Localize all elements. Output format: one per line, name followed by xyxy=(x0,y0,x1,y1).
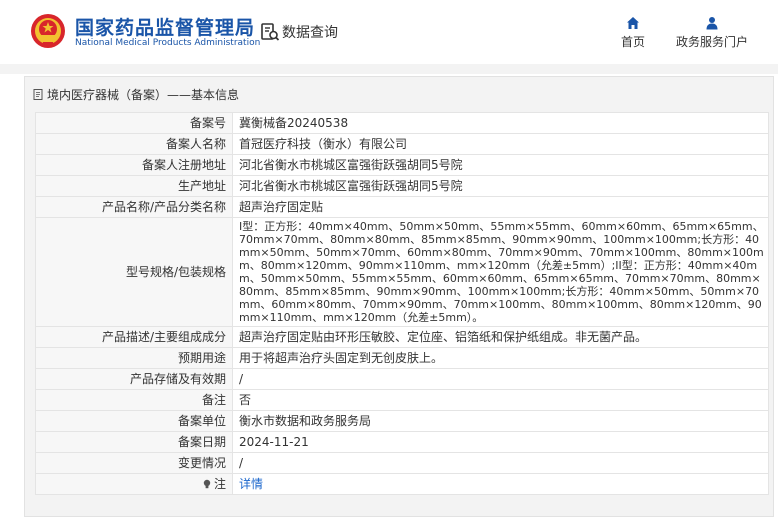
row-key-text: 注 xyxy=(213,476,226,491)
row-value: 衡水市数据和政务服务局 xyxy=(232,410,769,432)
row-key: 备案人注册地址 xyxy=(35,154,233,176)
row-key: 备案人名称 xyxy=(35,133,233,155)
row-value: 首冠医疗科技（衡水）有限公司 xyxy=(232,133,769,155)
details-link[interactable]: 详情 xyxy=(239,477,263,491)
row-key: 产品描述/主要组成成分 xyxy=(35,326,233,348)
table-row: 注 详情 xyxy=(35,473,769,495)
panel-title-text: 境内医疗器械（备案）——基本信息 xyxy=(47,88,240,102)
site-name-en: National Medical Products Administration xyxy=(75,38,261,48)
row-key: 产品名称/产品分类名称 xyxy=(35,196,233,218)
row-key: 备案日期 xyxy=(35,431,233,453)
row-key-note: 注 xyxy=(35,473,233,495)
table-row: 备案号 冀衡械备20240538 xyxy=(35,112,769,134)
table-row: 生产地址 河北省衡水市桃城区富强街跃强胡同5号院 xyxy=(35,175,769,197)
nav-home[interactable]: 首页 xyxy=(621,16,645,50)
nav-home-label: 首页 xyxy=(621,35,646,49)
row-value: 河北省衡水市桃城区富强街跃强胡同5号院 xyxy=(232,175,769,197)
table-row: 型号规格/包装规格 I型：正方形：40mm×40mm、50mm×50mm、55m… xyxy=(35,217,769,327)
row-key: 生产地址 xyxy=(35,175,233,197)
table-row: 备案人名称 首冠医疗科技（衡水）有限公司 xyxy=(35,133,769,155)
row-value: / xyxy=(232,368,769,390)
row-value: 详情 xyxy=(232,473,769,495)
row-key: 备注 xyxy=(35,389,233,411)
home-icon xyxy=(627,17,639,29)
table-row: 变更情况 / xyxy=(35,452,769,474)
row-value: / xyxy=(232,452,769,474)
row-value: 超声治疗固定贴 xyxy=(232,196,769,218)
row-value: 超声治疗固定贴由环形压敏胶、定位座、铝箔纸和保护纸组成。非无菌产品。 xyxy=(232,326,769,348)
row-value: 冀衡械备20240538 xyxy=(232,112,769,134)
info-table: 备案号 冀衡械备20240538 备案人名称 首冠医疗科技（衡水）有限公司 备案… xyxy=(35,112,769,495)
row-key: 备案号 xyxy=(35,112,233,134)
table-row: 预期用途 用于将超声治疗头固定到无创皮肤上。 xyxy=(35,347,769,369)
info-panel: 境内医疗器械（备案）——基本信息 备案号 冀衡械备20240538 备案人名称 … xyxy=(24,76,774,517)
data-query-icon[interactable] xyxy=(260,22,280,42)
user-icon xyxy=(706,17,718,30)
national-emblem-icon xyxy=(31,14,65,48)
row-key: 型号规格/包装规格 xyxy=(35,217,233,327)
row-value: 用于将超声治疗头固定到无创皮肤上。 xyxy=(232,347,769,369)
data-query-label[interactable]: 数据查询 xyxy=(282,22,338,42)
panel-title: 境内医疗器械（备案）——基本信息 xyxy=(33,86,239,103)
header-divider xyxy=(0,64,778,74)
table-row: 备注 否 xyxy=(35,389,769,411)
site-name[interactable]: 国家药品监督管理局 xyxy=(75,13,255,40)
row-value: 2024-11-21 xyxy=(232,431,769,453)
site-header: 国家药品监督管理局 National Medical Products Admi… xyxy=(0,0,778,64)
table-row: 备案单位 衡水市数据和政务服务局 xyxy=(35,410,769,432)
table-row: 产品名称/产品分类名称 超声治疗固定贴 xyxy=(35,196,769,218)
row-value: I型：正方形：40mm×40mm、50mm×50mm、55mm×55mm、60m… xyxy=(232,217,769,327)
table-row: 产品描述/主要组成成分 超声治疗固定贴由环形压敏胶、定位座、铝箔纸和保护纸组成。… xyxy=(35,326,769,348)
row-key: 产品存储及有效期 xyxy=(35,368,233,390)
nav-government-portal-label: 政务服务门户 xyxy=(676,35,749,49)
document-icon xyxy=(33,89,43,100)
nav-government-portal[interactable]: 政务服务门户 xyxy=(676,16,748,50)
table-row: 备案人注册地址 河北省衡水市桃城区富强街跃强胡同5号院 xyxy=(35,154,769,176)
row-value: 河北省衡水市桃城区富强街跃强胡同5号院 xyxy=(232,154,769,176)
table-row: 备案日期 2024-11-21 xyxy=(35,431,769,453)
row-key: 预期用途 xyxy=(35,347,233,369)
row-key: 变更情况 xyxy=(35,452,233,474)
lightbulb-icon xyxy=(203,479,211,488)
row-key: 备案单位 xyxy=(35,410,233,432)
table-row: 产品存储及有效期 / xyxy=(35,368,769,390)
row-value: 否 xyxy=(232,389,769,411)
